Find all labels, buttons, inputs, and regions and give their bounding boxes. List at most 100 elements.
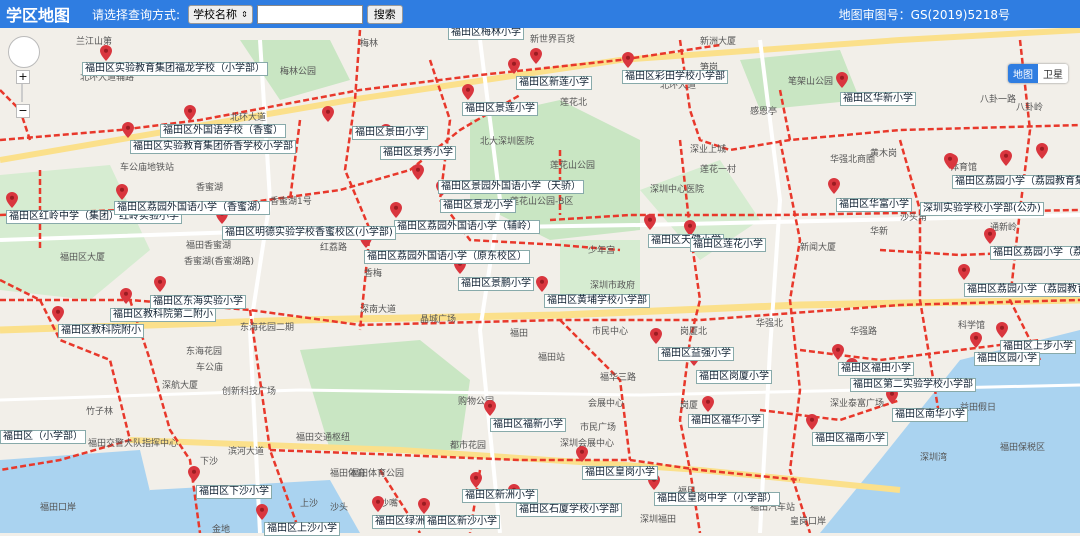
school-marker-label[interactable]: 福田区皇岗中学（小学部） <box>654 492 780 506</box>
map-pin-icon[interactable] <box>322 106 334 122</box>
school-marker-label[interactable]: 福田区荔园外国语小学（原东校区） <box>364 250 530 264</box>
map-pin-icon[interactable] <box>622 52 634 68</box>
place-label: 上沙 <box>300 499 319 509</box>
school-marker-label[interactable]: 福田区新沙小学 <box>424 515 500 529</box>
school-marker-label[interactable]: 福田区（小学部） <box>0 430 86 444</box>
school-marker-label[interactable]: 福田区新洲小学 <box>462 489 538 503</box>
map-pin-icon[interactable] <box>412 164 424 180</box>
map-pin-icon[interactable] <box>650 328 662 344</box>
school-marker-label[interactable]: 福田区福华小学 <box>688 414 764 428</box>
school-marker-label[interactable]: 福田区教科院第二附小 <box>110 308 216 322</box>
chevron-updown-icon: ⇕ <box>241 9 248 19</box>
map-type-map-button[interactable]: 地图 <box>1008 64 1038 83</box>
map-pin-icon[interactable] <box>116 184 128 200</box>
school-marker-label[interactable]: 福田区东海实验小学 <box>150 295 246 309</box>
school-marker-label[interactable]: 福田区实验教育集团福龙学校（小学部） <box>82 62 268 76</box>
map-pin-icon[interactable] <box>372 496 384 512</box>
school-marker-label[interactable]: 福田区荔园小学（荔园小学） <box>990 246 1080 260</box>
map-pin-icon[interactable] <box>832 344 844 360</box>
map-canvas[interactable]: 兰江山第 梅林公园 新世界百货 新洲大厦 北环大道 北环大道 梅林 莲花北 深业上城 笔架山公园八… <box>0 26 1080 536</box>
school-marker-label[interactable]: 福田区莲花小学 <box>690 238 766 252</box>
school-marker-label[interactable]: 福田区福新小学 <box>490 418 566 432</box>
map-pin-icon[interactable] <box>644 214 656 230</box>
pan-navigation-control[interactable] <box>8 36 40 68</box>
map-pin-icon[interactable] <box>828 178 840 194</box>
school-marker-label[interactable]: 福田区彩田学校小学部 <box>622 70 728 84</box>
place-label: 车公庙地铁站 <box>120 163 175 173</box>
school-marker-label[interactable]: 深圳实验学校小学部(公办) <box>920 202 1044 216</box>
map-pin-icon[interactable] <box>390 202 402 218</box>
map-pin-icon[interactable] <box>470 472 482 488</box>
map-pin-icon[interactable] <box>576 446 588 462</box>
map-pin-icon[interactable] <box>944 153 956 169</box>
school-marker-label[interactable]: 福田区景龙小学 <box>440 199 516 213</box>
map-pin-icon[interactable] <box>188 466 200 482</box>
school-marker-label[interactable]: 福田区岗厦小学 <box>696 370 772 384</box>
map-pin-icon[interactable] <box>508 58 520 74</box>
map-pin-icon[interactable] <box>806 414 818 430</box>
zoom-out-button[interactable]: − <box>16 104 30 118</box>
school-marker-label[interactable]: 福田区荔园外国语小学（辅岭） <box>394 220 540 234</box>
school-marker-label[interactable]: 福田区景莲小学 <box>462 102 538 116</box>
map-pin-icon[interactable] <box>6 192 18 208</box>
map-pin-icon[interactable] <box>530 48 542 64</box>
school-marker-label[interactable]: 福田区景鹏小学 <box>458 277 534 291</box>
map-pin-icon[interactable] <box>958 264 970 280</box>
map-pin-icon[interactable] <box>970 332 982 348</box>
map-pin-icon[interactable] <box>122 122 134 138</box>
school-marker-label[interactable]: 福田区福田小学 <box>838 362 914 376</box>
map-pin-icon[interactable] <box>418 498 430 514</box>
map-pin-icon[interactable] <box>154 276 166 292</box>
school-marker-label[interactable]: 福田区景田小学 <box>352 126 428 140</box>
school-marker-label[interactable]: 福田区新莲小学 <box>516 76 592 90</box>
school-marker-label[interactable]: 福田区外国语学校（香蜜） <box>160 124 286 138</box>
map-pin-icon[interactable] <box>52 306 64 322</box>
school-marker-label[interactable]: 福田区福南小学 <box>812 432 888 446</box>
school-marker-label[interactable]: 福田区荔园小学（荔园教育集团） <box>952 175 1080 189</box>
map-pin-icon[interactable] <box>836 72 848 88</box>
place-label: 华强北商圈 <box>830 155 876 165</box>
school-marker-label[interactable]: 福田区南华小学 <box>892 408 968 422</box>
school-marker-label[interactable]: 福田区第二实验学校小学部 <box>850 378 976 392</box>
search-input[interactable] <box>256 4 363 24</box>
zoom-slider[interactable] <box>21 84 23 102</box>
place-label: 东海花园 <box>186 347 223 357</box>
map-pin-icon[interactable] <box>184 105 196 121</box>
school-marker-label[interactable]: 福田区华富小学 <box>836 198 912 212</box>
school-marker-label[interactable]: 福田区荔园外国语小学（香蜜湖） <box>114 201 270 215</box>
school-marker-label[interactable]: 福田区上沙小学 <box>264 522 340 536</box>
map-pin-icon[interactable] <box>536 276 548 292</box>
school-marker-label[interactable]: 福田区实验教育集团侨香学校小学部 <box>130 140 296 154</box>
school-marker-label[interactable]: 福田区华新小学 <box>840 92 916 106</box>
map-pin-icon[interactable] <box>462 84 474 100</box>
map-pin-icon[interactable] <box>1036 143 1048 159</box>
school-marker-label[interactable]: 福田区下沙小学 <box>196 485 272 499</box>
map-type-satellite-button[interactable]: 卫星 <box>1038 64 1068 83</box>
school-marker-label[interactable]: 福田区景园外国语小学（天骄） <box>438 180 584 194</box>
school-marker-label[interactable]: 福田区荔园小学（荔园教育） <box>964 283 1080 297</box>
place-label: 深南大道 <box>360 305 397 315</box>
school-marker-label[interactable]: 福田区石厦学校小学部 <box>516 503 622 517</box>
school-marker-label[interactable]: 福田区益强小学 <box>658 347 734 361</box>
map-pin-icon[interactable] <box>996 322 1008 338</box>
map-pin-icon[interactable] <box>484 400 496 416</box>
school-marker-label[interactable]: 福田区梅林小学 <box>448 26 524 40</box>
map-pin-icon[interactable] <box>984 228 996 244</box>
search-button[interactable]: 搜索 <box>366 4 403 24</box>
place-label: 梅林 <box>360 39 379 49</box>
place-label: 华强路 <box>850 327 878 337</box>
school-marker-label[interactable]: 福田区明德实验学校香蜜校区(小学部) <box>222 226 396 240</box>
map-pin-icon[interactable] <box>702 396 714 412</box>
map-pin-icon[interactable] <box>120 288 132 304</box>
school-marker-label[interactable]: 福田区教科院附小 <box>58 324 144 338</box>
school-marker-label[interactable]: 福田区皇岗小学 <box>582 466 658 480</box>
school-marker-label[interactable]: 福田区黄埔学校小学部 <box>544 294 650 308</box>
map-pin-icon[interactable] <box>100 45 112 61</box>
map-pin-icon[interactable] <box>256 504 268 520</box>
query-type-select[interactable]: 学校名称 ⇕ <box>188 4 253 24</box>
school-marker-label[interactable]: 福田区景秀小学 <box>380 146 456 160</box>
map-type-switch[interactable]: 地图 卫星 <box>1008 64 1068 83</box>
zoom-in-button[interactable]: + <box>16 70 30 84</box>
school-marker-label[interactable]: 福田区园小学 <box>974 352 1040 366</box>
map-pin-icon[interactable] <box>1000 150 1012 166</box>
